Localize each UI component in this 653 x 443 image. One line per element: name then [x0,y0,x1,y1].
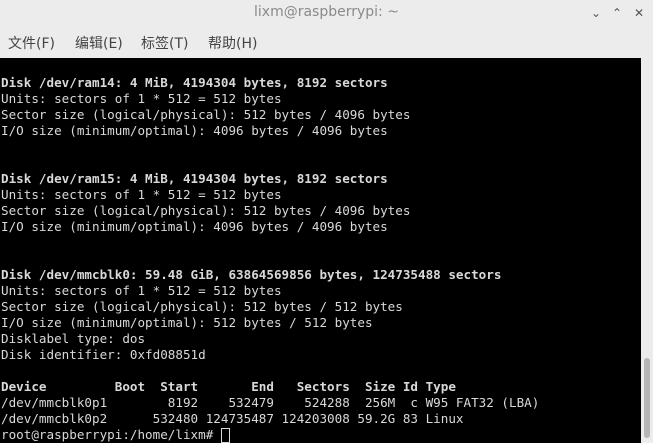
text-cursor [220,428,230,443]
menu-bar: 文件(F) 编辑(E) 标签(T) 帮助(H) [0,27,653,59]
terminal-line: Disk /dev/ram14: 4 MiB, 4194304 bytes, 8… [1,75,388,90]
title-bar[interactable]: lixm@raspberrypi: ~ ⌄ ⌃ ✕ [0,0,653,27]
terminal-line: I/O size (minimum/optimal): 512 bytes / … [1,315,373,330]
shell-prompt: root@raspberrypi:/home/lixm# [1,427,221,442]
terminal-output[interactable]: Disk /dev/ram14: 4 MiB, 4194304 bytes, 8… [0,58,641,443]
close-icon[interactable]: ✕ [629,3,649,23]
terminal-line: Disk /dev/mmcblk0: 59.48 GiB, 6386456985… [1,267,502,282]
terminal-line: Sector size (logical/physical): 512 byte… [1,107,411,122]
scrollbar[interactable] [641,58,653,443]
terminal-line: Disk /dev/ram15: 4 MiB, 4194304 bytes, 8… [1,171,388,186]
terminal-line: Units: sectors of 1 * 512 = 512 bytes [1,283,282,298]
minimize-icon[interactable]: ⌄ [586,3,606,23]
menu-file[interactable]: 文件(F) [8,33,55,53]
terminal-line: Device Boot Start End Sectors Size Id Ty… [1,379,456,394]
menu-edit[interactable]: 编辑(E) [75,33,123,53]
window-title: lixm@raspberrypi: ~ [254,4,399,20]
terminal-line: /dev/mmcblk0p2 532480 124735487 12420300… [1,411,464,426]
terminal-window: lixm@raspberrypi: ~ ⌄ ⌃ ✕ 文件(F) 编辑(E) 标签… [0,0,653,443]
menu-help[interactable]: 帮助(H) [208,33,257,53]
maximize-icon[interactable]: ⌃ [607,3,627,23]
scrollbar-thumb[interactable] [644,358,650,438]
terminal-line: Sector size (logical/physical): 512 byte… [1,203,411,218]
terminal-line: Disklabel type: dos [1,331,146,346]
terminal-line: Units: sectors of 1 * 512 = 512 bytes [1,91,282,106]
terminal-line: Disk identifier: 0xfd08851d [1,347,206,362]
terminal-line: I/O size (minimum/optimal): 4096 bytes /… [1,219,388,234]
terminal-line: Units: sectors of 1 * 512 = 512 bytes [1,187,282,202]
terminal-line: /dev/mmcblk0p1 8192 532479 524288 256M c… [1,395,540,410]
terminal-line: Sector size (logical/physical): 512 byte… [1,299,403,314]
terminal-line: I/O size (minimum/optimal): 4096 bytes /… [1,123,388,138]
menu-tabs[interactable]: 标签(T) [141,33,188,53]
